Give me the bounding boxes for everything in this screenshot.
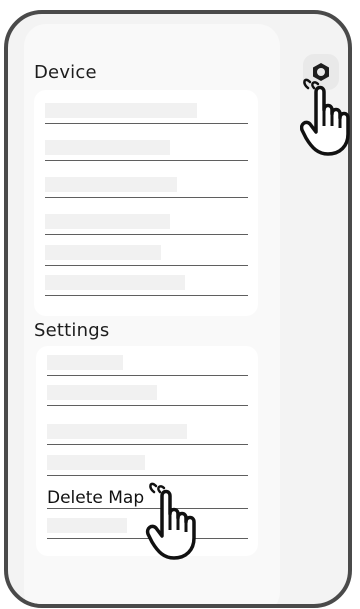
- divider: [45, 234, 248, 235]
- divider: [45, 295, 248, 296]
- placeholder-bar: [47, 424, 187, 439]
- divider: [45, 160, 248, 161]
- settings-row[interactable]: [36, 446, 258, 476]
- divider: [45, 123, 248, 124]
- placeholder-bar: [45, 214, 170, 229]
- placeholder-bar: [45, 275, 185, 290]
- settings-section-title: Settings: [34, 320, 110, 341]
- divider: [47, 444, 248, 445]
- placeholder-bar: [45, 177, 177, 192]
- placeholder-bar: [47, 455, 145, 470]
- divider: [47, 405, 248, 406]
- settings-row[interactable]: [36, 415, 258, 445]
- placeholder-bar: [47, 385, 157, 400]
- device-row[interactable]: [34, 205, 258, 235]
- device-row[interactable]: [34, 168, 258, 198]
- tap-hand-icon: [300, 78, 350, 156]
- placeholder-bar: [47, 518, 127, 533]
- device-row[interactable]: [34, 131, 258, 161]
- placeholder-bar: [45, 103, 197, 118]
- tap-hand-icon: [145, 482, 196, 560]
- divider: [45, 197, 248, 198]
- device-row[interactable]: [34, 236, 258, 266]
- delete-map-label: Delete Map: [47, 488, 145, 508]
- divider: [47, 475, 248, 476]
- placeholder-bar: [45, 140, 170, 155]
- device-section-title: Device: [34, 62, 97, 83]
- device-card: [34, 90, 258, 316]
- device-row[interactable]: [34, 266, 258, 296]
- placeholder-bar: [47, 355, 123, 370]
- settings-row[interactable]: [36, 346, 258, 376]
- device-row[interactable]: [34, 94, 258, 124]
- placeholder-bar: [45, 245, 161, 260]
- settings-row[interactable]: [36, 376, 258, 406]
